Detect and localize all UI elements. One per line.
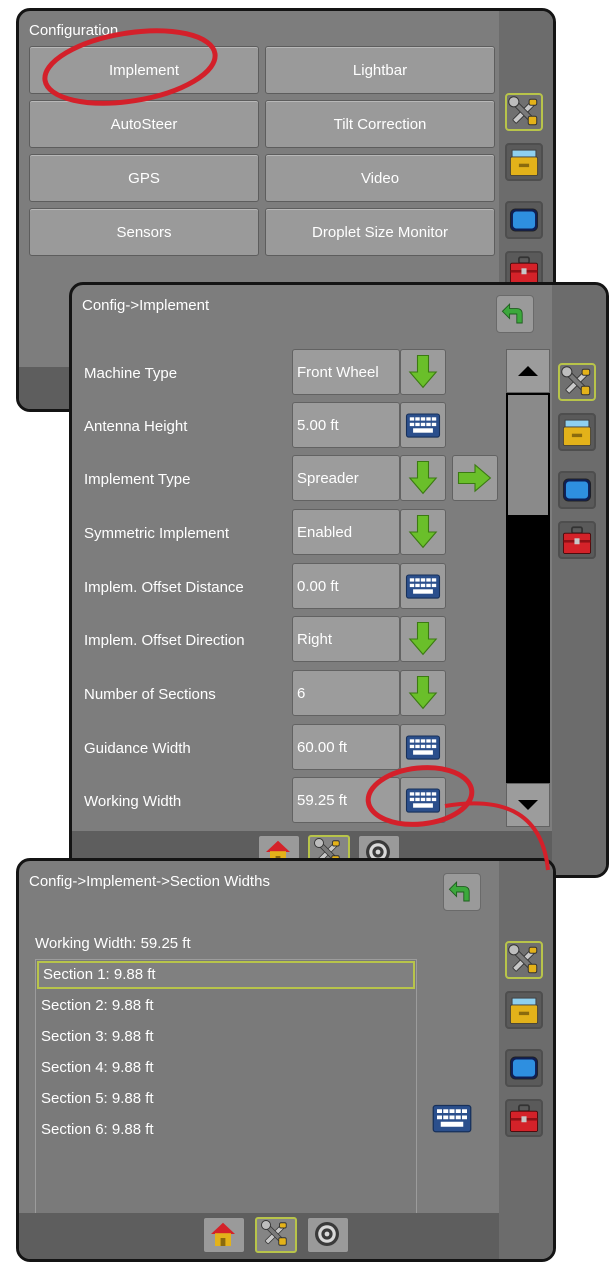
right-arrow-icon (453, 456, 497, 500)
back-button[interactable] (496, 295, 534, 333)
scroll-thumb[interactable] (508, 395, 548, 515)
tools-icon (507, 95, 541, 129)
display-icon (560, 473, 594, 507)
implement-panel: Config->Implement Machine Type Front Whe… (69, 282, 609, 878)
sidebar-display-button[interactable] (505, 1049, 543, 1087)
antenna-height-value[interactable]: 5.00 ft (292, 402, 400, 448)
section-width-keyboard[interactable] (427, 1093, 477, 1143)
keyboard-icon (427, 1093, 477, 1143)
down-triangle-icon (518, 800, 538, 810)
guidance-width-value[interactable]: 60.00 ft (292, 724, 400, 770)
implement-type-next-button[interactable] (452, 455, 498, 501)
implement-button[interactable]: Implement (29, 46, 259, 94)
tools-icon (560, 365, 594, 399)
section-list: Section 1: 9.88 ft Section 2: 9.88 ft Se… (35, 959, 417, 1231)
list-item[interactable]: Section 1: 9.88 ft (37, 961, 415, 989)
down-arrow-icon (401, 510, 445, 554)
home-icon (204, 1218, 242, 1250)
keyboard-icon (401, 725, 445, 769)
display-icon (507, 203, 541, 237)
implem-offset-distance-value[interactable]: 0.00 ft (292, 563, 400, 609)
sidebar-folder-button[interactable] (505, 143, 543, 181)
display-icon (507, 1051, 541, 1085)
up-triangle-icon (518, 366, 538, 376)
toolbox-icon (560, 523, 594, 557)
machine-type-value[interactable]: Front Wheel (292, 349, 400, 395)
machine-type-dropdown[interactable] (400, 349, 446, 395)
working-width-keyboard[interactable] (400, 777, 446, 823)
list-item[interactable]: Section 6: 9.88 ft (37, 1116, 415, 1144)
panel-title: Config->Implement (82, 297, 210, 314)
machine-type-label: Machine Type (84, 365, 178, 382)
down-arrow-icon (401, 671, 445, 715)
working-width-value[interactable]: 59.25 ft (292, 777, 400, 823)
list-item[interactable]: Section 2: 9.88 ft (37, 992, 415, 1020)
number-of-sections-label: Number of Sections (84, 686, 216, 703)
implem-offset-distance-label: Implem. Offset Distance (84, 579, 244, 596)
working-width-summary: Working Width: 59.25 ft (35, 935, 191, 952)
scroll-up-button[interactable] (506, 349, 550, 393)
sidebar-display-button[interactable] (505, 201, 543, 239)
implem-offset-direction-value[interactable]: Right (292, 616, 400, 662)
antenna-height-keyboard[interactable] (400, 402, 446, 448)
sidebar-tools-button[interactable] (505, 941, 543, 979)
down-arrow-icon (401, 617, 445, 661)
implement-type-label: Implement Type (84, 471, 191, 488)
sidebar-folder-button[interactable] (558, 413, 596, 451)
tools-icon (507, 943, 541, 977)
panel-title: Configuration (29, 22, 119, 39)
down-arrow-icon (401, 456, 445, 500)
implem-offset-distance-keyboard[interactable] (400, 563, 446, 609)
back-arrow-icon (444, 874, 480, 910)
implement-type-dropdown[interactable] (400, 455, 446, 501)
file-folder-icon (560, 415, 594, 449)
sidebar-folder-button[interactable] (505, 991, 543, 1029)
back-button[interactable] (443, 873, 481, 911)
symmetric-implement-label: Symmetric Implement (84, 525, 230, 542)
droplet-size-monitor-button[interactable]: Droplet Size Monitor (265, 208, 495, 256)
symmetric-implement-value[interactable]: Enabled (292, 509, 400, 555)
keyboard-icon (401, 564, 445, 608)
keyboard-icon (401, 403, 445, 447)
target-button[interactable] (307, 1217, 349, 1253)
section-widths-panel: Config->Implement->Section Widths Workin… (16, 858, 556, 1262)
list-item[interactable]: Section 5: 9.88 ft (37, 1085, 415, 1113)
implem-offset-direction-dropdown[interactable] (400, 616, 446, 662)
list-item[interactable]: Section 4: 9.88 ft (37, 1054, 415, 1082)
panel-title: Config->Implement->Section Widths (29, 873, 270, 890)
home-button[interactable] (203, 1217, 245, 1253)
guidance-width-label: Guidance Width (84, 740, 191, 757)
file-folder-icon (507, 993, 541, 1027)
tools-button[interactable] (255, 1217, 297, 1253)
number-of-sections-value[interactable]: 6 (292, 670, 400, 716)
autosteer-button[interactable]: AutoSteer (29, 100, 259, 148)
file-folder-icon (507, 145, 541, 179)
implement-type-value[interactable]: Spreader (292, 455, 400, 501)
gps-button[interactable]: GPS (29, 154, 259, 202)
working-width-label: Working Width (84, 793, 182, 810)
sensors-button[interactable]: Sensors (29, 208, 259, 256)
sidebar-toolbox-button[interactable] (558, 521, 596, 559)
antenna-height-label: Antenna Height (84, 418, 188, 435)
number-of-sections-dropdown[interactable] (400, 670, 446, 716)
target-icon (308, 1218, 346, 1250)
implem-offset-direction-label: Implem. Offset Direction (84, 632, 245, 649)
video-button[interactable]: Video (265, 154, 495, 202)
keyboard-icon (401, 778, 445, 822)
scrollbar[interactable] (506, 349, 550, 827)
guidance-width-keyboard[interactable] (400, 724, 446, 770)
symmetric-implement-dropdown[interactable] (400, 509, 446, 555)
tilt-correction-button[interactable]: Tilt Correction (265, 100, 495, 148)
back-arrow-icon (497, 296, 533, 332)
scroll-down-button[interactable] (506, 783, 550, 827)
list-item[interactable]: Section 3: 9.88 ft (37, 1023, 415, 1051)
lightbar-button[interactable]: Lightbar (265, 46, 495, 94)
sidebar-tools-button[interactable] (505, 93, 543, 131)
sidebar-display-button[interactable] (558, 471, 596, 509)
toolbox-icon (507, 1101, 541, 1135)
sidebar-tools-button[interactable] (558, 363, 596, 401)
tools-icon (257, 1219, 293, 1249)
sidebar-toolbox-button[interactable] (505, 1099, 543, 1137)
down-arrow-icon (401, 350, 445, 394)
